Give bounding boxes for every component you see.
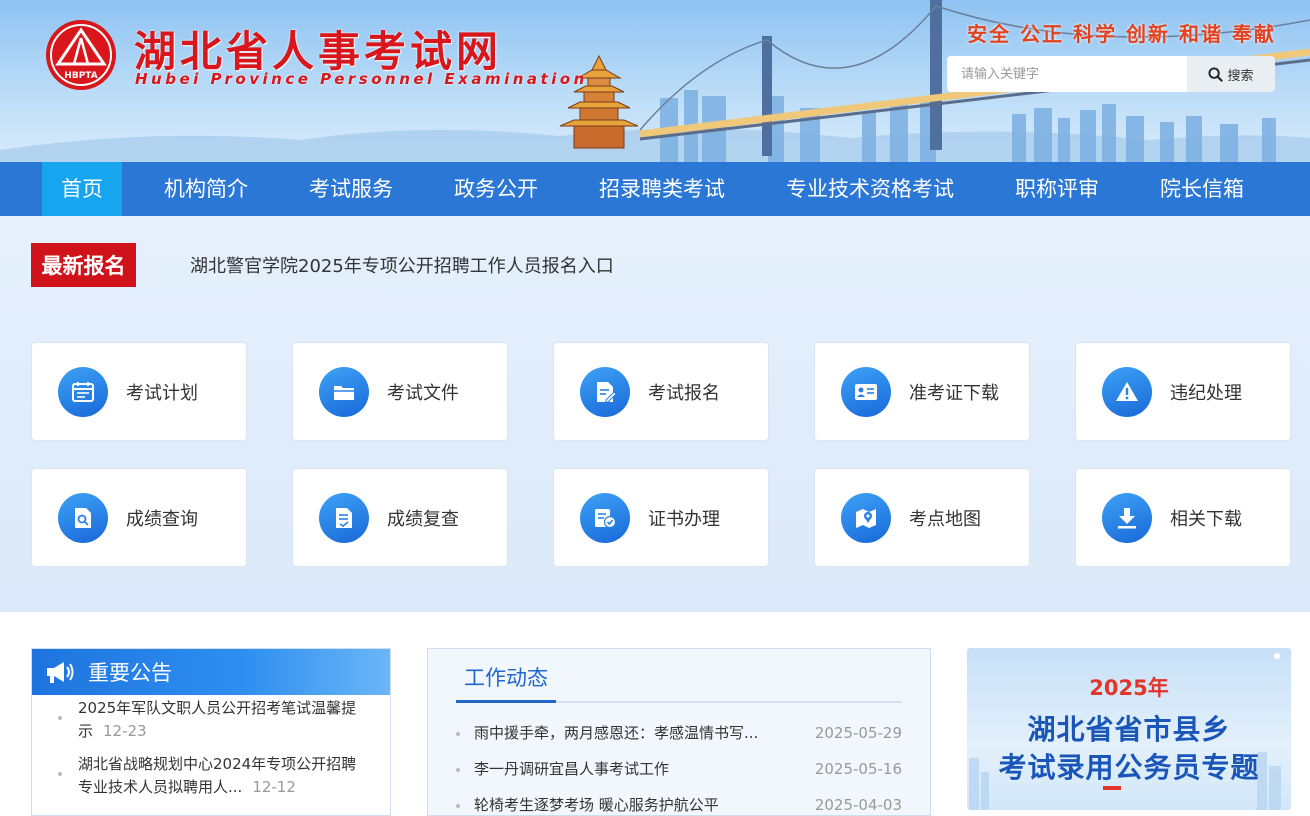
service-card-admission-ticket[interactable]: 准考证下载 (814, 342, 1030, 441)
service-card-label: 证书办理 (648, 508, 720, 530)
main-nav: 首页 机构简介 考试服务 政务公开 招录聘类考试 专业技术资格考试 职称评审 院… (0, 162, 1310, 216)
nav-item-director-mailbox[interactable]: 院长信箱 (1141, 162, 1263, 216)
service-card-label: 考试文件 (387, 382, 459, 404)
news-item-date: 2025-04-03 (814, 796, 902, 814)
service-card-label: 考点地图 (909, 508, 981, 530)
nav-item-home[interactable]: 首页 (42, 162, 122, 216)
work-news-list: 雨中援手牵，两月感恩还：孝感温情书写... 2025-05-29 李一丹调研宜昌人… (428, 703, 930, 815)
news-item-title: 轮椅考生逐梦考场 暖心服务护航公平 (474, 796, 719, 814)
nav-item-exam-service[interactable]: 考试服务 (290, 162, 412, 216)
notice-title: 重要公告 (88, 661, 172, 685)
nav-item-about[interactable]: 机构简介 (145, 162, 267, 216)
nav-item-recruitment-exams[interactable]: 招录聘类考试 (580, 162, 744, 216)
logo-text: HBPTA (64, 71, 97, 81)
id-card-icon (841, 366, 891, 417)
news-item[interactable]: 雨中援手牵，两月感恩还：孝感温情书写... 2025-05-29 (456, 715, 902, 751)
work-tabs: 工作动态 (456, 659, 902, 703)
notice-item[interactable]: 2025年军队文职人员公开招考笔试温馨提示 12-23 (58, 697, 370, 743)
download-icon (1102, 492, 1152, 543)
tab-work-news[interactable]: 工作动态 (456, 659, 556, 703)
news-item[interactable]: 轮椅考生逐梦考场 暖心服务护航公平 2025-04-03 (456, 787, 902, 815)
hbpta-logo-icon[interactable]: HBPTA (44, 18, 118, 92)
search-bar: 搜索 (947, 56, 1275, 92)
notice-list: 2025年军队文职人员公开招考笔试温馨提示 12-23 湖北省战略规划中心2024… (32, 683, 390, 799)
service-card-label: 考试计划 (126, 382, 198, 404)
notice-item[interactable]: 湖北省战略规划中心2024年专项公开招聘专业技术人员拟聘用人... 12-12 (58, 753, 370, 799)
nav-item-title-review[interactable]: 职称评审 (996, 162, 1118, 216)
search-input[interactable] (947, 56, 1187, 92)
service-card-label: 违纪处理 (1170, 382, 1242, 404)
banner-title-line2: 考试录用公务员专题 (998, 751, 1260, 784)
service-card-exam-registration[interactable]: 考试报名 (553, 342, 769, 441)
latest-badge: 最新报名 (31, 243, 136, 287)
service-card-label: 成绩查询 (126, 508, 198, 530)
work-news-panel: 工作动态 雨中援手牵，两月感恩还：孝感温情书写... 2025-05-29 李一丹… (427, 648, 931, 816)
service-card-violation-handling[interactable]: 违纪处理 (1075, 342, 1291, 441)
service-card-score-query[interactable]: 成绩查询 (31, 468, 247, 567)
search-document-icon (58, 492, 108, 543)
service-card-exam-site-map[interactable]: 考点地图 (814, 468, 1030, 567)
warning-icon (1102, 366, 1152, 417)
folder-icon (319, 366, 369, 417)
service-card-label: 考试报名 (648, 382, 720, 404)
news-item-title: 雨中援手牵，两月感恩还：孝感温情书写... (474, 724, 759, 742)
certificate-icon (580, 492, 630, 543)
edit-document-icon (580, 366, 630, 417)
notice-item-date: 12-23 (103, 722, 147, 740)
service-card-label: 相关下载 (1170, 508, 1242, 530)
service-card-label: 准考证下载 (909, 382, 999, 404)
service-card-certificate[interactable]: 证书办理 (553, 468, 769, 567)
review-document-icon (319, 492, 369, 543)
nav-item-professional-qualification[interactable]: 专业技术资格考试 (767, 162, 973, 216)
news-item[interactable]: 李一丹调研宜昌人事考试工作 2025-05-16 (456, 751, 902, 787)
latest-registration: 最新报名 湖北警官学院2025年专项公开招聘工作人员报名入口 (31, 243, 614, 287)
service-card-score-review[interactable]: 成绩复查 (292, 468, 508, 567)
service-card-exam-plan[interactable]: 考试计划 (31, 342, 247, 441)
nav-item-government-affairs[interactable]: 政务公开 (435, 162, 557, 216)
site-name-en: Hubei Province Personnel Examination (135, 70, 588, 88)
important-notice-panel: 重要公告 2025年军队文职人员公开招考笔试温馨提示 12-23 湖北省战略规划中… (31, 648, 391, 816)
civil-servant-special-banner[interactable]: 2025年 湖北省省市县乡 考试录用公务员专题 (967, 648, 1291, 810)
megaphone-icon (47, 662, 74, 683)
notice-item-date: 12-12 (252, 778, 296, 796)
banner-title-line1: 湖北省省市县乡 (1027, 713, 1231, 746)
slogan: 安全 公正 科学 创新 和谐 奉献 (967, 22, 1276, 46)
notice-item-text: 湖北省战略规划中心2024年专项公开招聘专业技术人员拟聘用人... (78, 755, 357, 796)
service-card-downloads[interactable]: 相关下载 (1075, 468, 1291, 567)
latest-registration-link[interactable]: 湖北警官学院2025年专项公开招聘工作人员报名入口 (190, 252, 614, 278)
search-button[interactable]: 搜索 (1187, 56, 1275, 92)
search-icon (1208, 66, 1224, 82)
news-item-date: 2025-05-29 (814, 724, 902, 742)
search-button-label: 搜索 (1227, 68, 1254, 84)
news-item-title: 李一丹调研宜昌人事考试工作 (474, 760, 670, 778)
calendar-icon (58, 366, 108, 417)
map-pin-icon (841, 492, 891, 543)
service-card-label: 成绩复查 (387, 508, 459, 530)
service-card-exam-documents[interactable]: 考试文件 (292, 342, 508, 441)
site-header: HBPTA 湖北省人事考试网 Hubei Province Personnel … (0, 0, 1310, 162)
services-section: 最新报名 湖北警官学院2025年专项公开招聘工作人员报名入口 考试计划 考试文件… (0, 216, 1310, 612)
banner-accent-bar (1103, 786, 1121, 790)
banner-year: 2025年 (1089, 676, 1169, 700)
news-item-date: 2025-05-16 (814, 760, 902, 778)
